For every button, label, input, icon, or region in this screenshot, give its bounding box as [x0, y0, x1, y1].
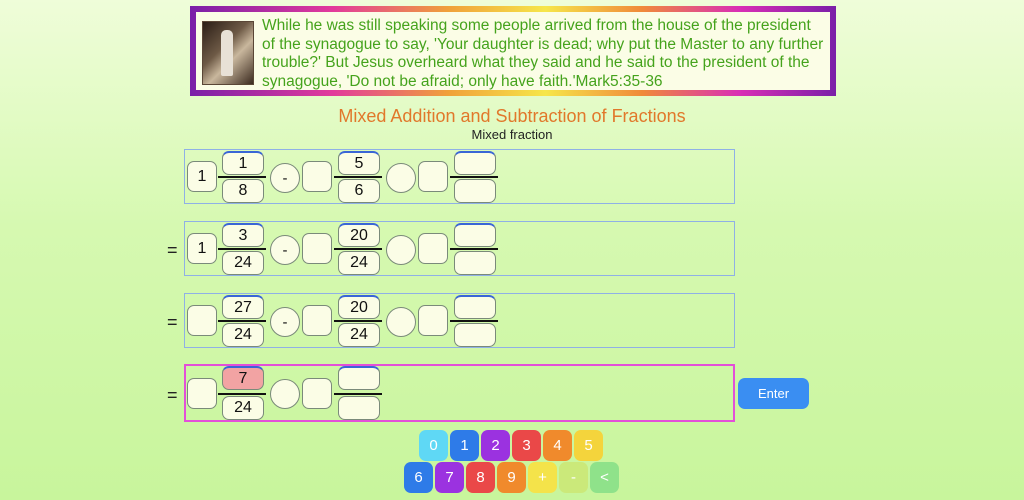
page-title: Mixed Addition and Subtraction of Fracti… — [338, 106, 686, 126]
operator-input-3a[interactable]: - — [270, 307, 300, 337]
whole-input-4b[interactable] — [302, 378, 332, 409]
whole-input-3a[interactable] — [187, 305, 217, 336]
whole-input-2c[interactable] — [418, 233, 448, 264]
scripture-image — [202, 21, 254, 85]
fraction-bar — [334, 393, 382, 395]
numerator-input-3c[interactable] — [454, 295, 496, 319]
key-8[interactable]: 8 — [466, 462, 495, 493]
denominator-input-4b[interactable] — [338, 396, 380, 420]
denominator-input-2a[interactable]: 24 — [222, 251, 264, 275]
key-5[interactable]: 5 — [574, 430, 603, 461]
numerator-input-2c[interactable] — [454, 223, 496, 247]
key-minus[interactable]: - — [559, 462, 588, 493]
numerator-input-4a[interactable]: 7 — [222, 366, 264, 390]
fraction-bar — [218, 393, 266, 395]
denominator-input-2c[interactable] — [454, 251, 496, 275]
denominator-input-3a[interactable]: 24 — [222, 323, 264, 347]
fraction-bar — [450, 248, 498, 250]
whole-input-4a[interactable] — [187, 378, 217, 409]
equals-sign: = — [167, 312, 178, 332]
operator-input-2a[interactable]: - — [270, 235, 300, 265]
enter-button[interactable]: Enter — [738, 378, 809, 409]
numerator-input-4b[interactable] — [338, 366, 380, 390]
quote-inner: While he was still speaking some people … — [196, 12, 830, 90]
whole-input-3c[interactable] — [418, 305, 448, 336]
fraction-bar — [218, 248, 266, 250]
key-9[interactable]: 9 — [497, 462, 526, 493]
whole-input-1c[interactable] — [418, 161, 448, 192]
denominator-input-1a[interactable]: 8 — [222, 179, 264, 203]
fraction-bar — [334, 248, 382, 250]
key-plus[interactable]: + — [528, 462, 557, 493]
whole-input-2b[interactable] — [302, 233, 332, 264]
whole-input-2a[interactable]: 1 — [187, 233, 217, 264]
numerator-input-1a[interactable]: 1 — [222, 151, 264, 175]
whole-input-1b[interactable] — [302, 161, 332, 192]
fraction-bar — [450, 176, 498, 178]
key-0[interactable]: 0 — [419, 430, 448, 461]
operator-input-4a[interactable] — [270, 379, 300, 409]
denominator-input-1c[interactable] — [454, 179, 496, 203]
numerator-input-3a[interactable]: 27 — [222, 295, 264, 319]
whole-input-3b[interactable] — [302, 305, 332, 336]
numerator-input-2a[interactable]: 3 — [222, 223, 264, 247]
whole-input-1a[interactable]: 1 — [187, 161, 217, 192]
equals-sign: = — [167, 240, 178, 260]
fraction-bar — [218, 176, 266, 178]
denominator-input-1b[interactable]: 6 — [338, 179, 380, 203]
numerator-input-1b[interactable]: 5 — [338, 151, 380, 175]
fraction-bar — [450, 320, 498, 322]
key-7[interactable]: 7 — [435, 462, 464, 493]
operator-input-1b[interactable] — [386, 163, 416, 193]
key-4[interactable]: 4 — [543, 430, 572, 461]
page-subtitle: Mixed fraction — [471, 127, 553, 142]
key-2[interactable]: 2 — [481, 430, 510, 461]
denominator-input-3c[interactable] — [454, 323, 496, 347]
fraction-bar — [334, 320, 382, 322]
fraction-bar — [218, 320, 266, 322]
denominator-input-4a[interactable]: 24 — [222, 396, 264, 420]
key-1[interactable]: 1 — [450, 430, 479, 461]
key-3[interactable]: 3 — [512, 430, 541, 461]
key-6[interactable]: 6 — [404, 462, 433, 493]
fraction-bar — [334, 176, 382, 178]
operator-input-1a[interactable]: - — [270, 163, 300, 193]
denominator-input-3b[interactable]: 24 — [338, 323, 380, 347]
key-backspace[interactable]: < — [590, 462, 619, 493]
equals-sign: = — [167, 385, 178, 405]
answer-row — [184, 364, 735, 422]
quote-panel: While he was still speaking some people … — [190, 6, 836, 96]
numerator-input-3b[interactable]: 20 — [338, 295, 380, 319]
operator-input-2b[interactable] — [386, 235, 416, 265]
numerator-input-2b[interactable]: 20 — [338, 223, 380, 247]
denominator-input-2b[interactable]: 24 — [338, 251, 380, 275]
operator-input-3b[interactable] — [386, 307, 416, 337]
quote-text: While he was still speaking some people … — [262, 17, 824, 90]
numerator-input-1c[interactable] — [454, 151, 496, 175]
